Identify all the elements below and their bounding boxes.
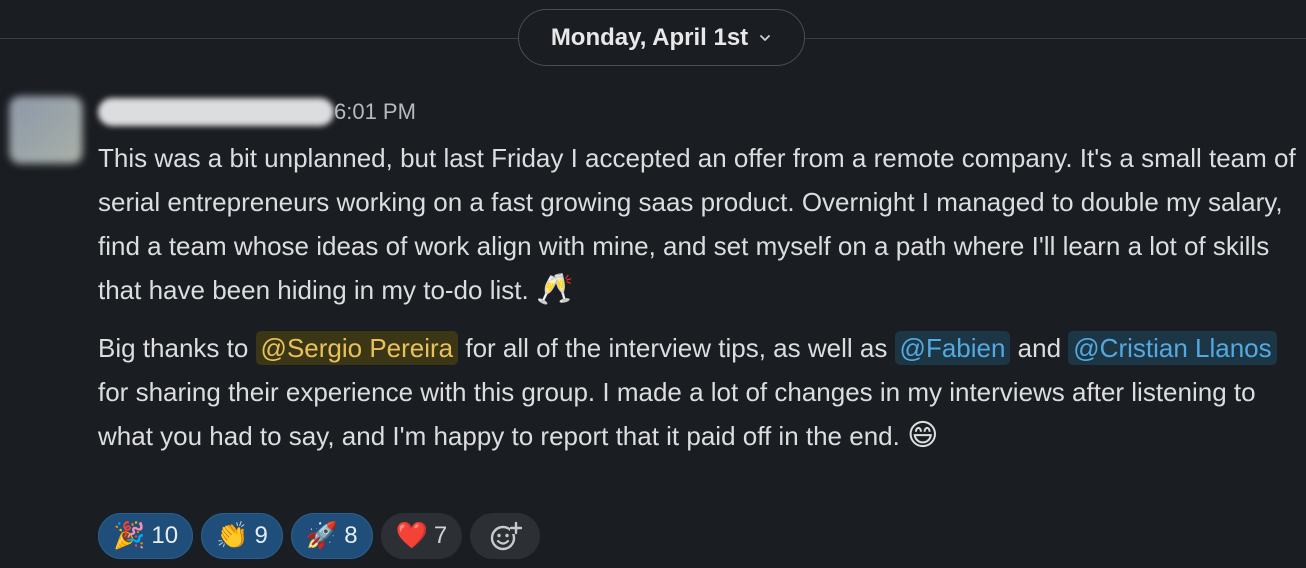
reaction-bar: 🎉 10 👏 9 🚀 8 ❤️ 7 bbox=[98, 513, 541, 559]
message-text: Big thanks to bbox=[98, 333, 256, 363]
message-timestamp[interactable]: 6:01 PM bbox=[334, 99, 416, 125]
reaction-count: 7 bbox=[433, 522, 448, 549]
avatar-overlay bbox=[10, 97, 82, 163]
message-paragraph: This was a bit unplanned, but last Frida… bbox=[98, 136, 1298, 312]
reaction-count: 8 bbox=[344, 522, 358, 549]
mention-sergio-pereira[interactable]: @Sergio Pereira bbox=[255, 331, 459, 365]
reaction-heart[interactable]: ❤️ 7 bbox=[380, 513, 463, 559]
add-emoji-icon bbox=[491, 521, 523, 551]
add-reaction-button[interactable] bbox=[470, 513, 541, 559]
party-popper-icon: 🎉 bbox=[113, 521, 146, 551]
reaction-party-popper[interactable]: 🎉 10 bbox=[98, 513, 194, 559]
clinking-glasses-emoji-icon: 🥂 bbox=[535, 272, 574, 307]
reaction-count: 9 bbox=[254, 522, 268, 549]
clapping-hands-icon: 👏 bbox=[216, 521, 249, 551]
message-text: and bbox=[1010, 333, 1069, 363]
message-text: for all of the interview tips, as well a… bbox=[458, 333, 895, 363]
mention-cristian-llanos[interactable]: @Cristian Llanos bbox=[1068, 331, 1277, 365]
message-body: This was a bit unplanned, but last Frida… bbox=[98, 136, 1298, 458]
sender-name-redacted[interactable] bbox=[98, 98, 334, 126]
red-heart-icon: ❤️ bbox=[395, 521, 428, 551]
mention-fabien[interactable]: @Fabien bbox=[894, 331, 1011, 365]
message-text: This was a bit unplanned, but last Frida… bbox=[98, 143, 1296, 305]
message-paragraph: Big thanks to @Sergio Pereira for all of… bbox=[98, 326, 1298, 458]
reaction-clapping-hands[interactable]: 👏 9 bbox=[201, 513, 283, 559]
reaction-count: 10 bbox=[151, 522, 179, 549]
rocket-icon: 🚀 bbox=[305, 521, 339, 551]
message-text: for sharing their experience with this g… bbox=[98, 377, 1256, 451]
date-divider-label: Monday, April 1st bbox=[550, 23, 749, 51]
message-pane: Monday, April 1st 6:01 PM This was a bit… bbox=[0, 0, 1306, 568]
chevron-down-icon bbox=[760, 34, 771, 41]
date-divider-button[interactable]: Monday, April 1st bbox=[518, 9, 805, 66]
reaction-rocket[interactable]: 🚀 8 bbox=[290, 513, 373, 559]
grinning-face-emoji-icon: 😄 bbox=[907, 418, 939, 453]
